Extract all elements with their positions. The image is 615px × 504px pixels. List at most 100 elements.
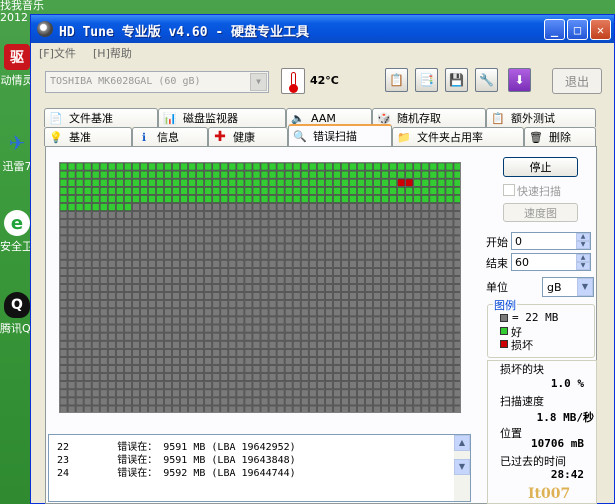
tab-disk-monitor[interactable]: 📊 磁盘监视器 — [158, 108, 286, 127]
disk-block — [140, 259, 148, 268]
disk-block — [325, 219, 333, 228]
disk-block — [99, 268, 108, 276]
disk-block — [164, 405, 172, 412]
disk-block — [453, 219, 460, 228]
disk-block — [91, 227, 100, 236]
disk-block — [421, 284, 430, 292]
disk-block — [316, 276, 325, 284]
speed-map-button[interactable]: 速度图 — [503, 203, 578, 222]
disk-block — [180, 235, 188, 244]
disk-block — [284, 227, 293, 236]
disk-block — [67, 163, 76, 171]
spin-down-icon[interactable]: ▼ — [576, 241, 590, 249]
disk-block — [349, 251, 357, 260]
close-button[interactable]: ✕ — [590, 19, 611, 40]
log-scrollbar[interactable]: ▲ ▼ — [454, 435, 470, 501]
menu-help[interactable]: [H]帮助 — [93, 45, 132, 61]
maximize-button[interactable]: □ — [567, 19, 588, 40]
disk-block — [292, 251, 301, 260]
chevron-down-icon[interactable]: ▼ — [250, 73, 267, 91]
disk-block — [333, 397, 341, 406]
disk-block — [365, 373, 373, 382]
disk-block — [413, 268, 422, 276]
disk-block — [212, 389, 221, 398]
desktop-icon-driver[interactable]: 驱 动情灵 — [0, 44, 34, 88]
disk-block — [91, 259, 100, 268]
disk-block — [188, 178, 196, 187]
end-input[interactable]: 60 ▲ ▼ — [511, 253, 591, 271]
minimize-button[interactable]: _ — [544, 19, 565, 40]
disk-block — [204, 163, 213, 171]
tab-error-scan[interactable]: 🔍 错误扫描 — [288, 124, 392, 146]
disk-block — [429, 195, 438, 203]
tab-extra-tests[interactable]: 📋 额外测试 — [486, 108, 596, 127]
spin-down-icon[interactable]: ▼ — [576, 262, 590, 270]
disk-block — [365, 268, 373, 276]
disk-block — [124, 259, 132, 268]
copy-screenshot-button[interactable]: 📑 — [415, 68, 438, 92]
disk-block — [276, 373, 285, 382]
disk-block — [381, 405, 389, 412]
title-bar[interactable]: HD Tune 专业版 v4.60 - 硬盘专业工具 _ □ ✕ — [31, 15, 614, 43]
disk-block — [148, 381, 156, 390]
disk-block — [333, 203, 341, 211]
disk-block — [308, 397, 317, 406]
tab-folder-usage[interactable]: 📁 文件夹占用率 — [392, 127, 524, 146]
disk-block — [188, 340, 196, 349]
disk-block — [99, 276, 108, 284]
copy-image-icon: 📑 — [419, 73, 434, 87]
scroll-down-icon[interactable]: ▼ — [454, 459, 470, 475]
desktop-icon-security[interactable]: e 安全卫士 — [0, 210, 34, 254]
tab-benchmark[interactable]: 💡 基准 — [44, 127, 132, 146]
disk-block — [413, 324, 422, 333]
unit-select[interactable]: gB ▼ — [542, 277, 594, 297]
disk-block — [83, 186, 92, 195]
options-button[interactable]: 🔧 — [475, 68, 498, 92]
disk-block — [421, 324, 430, 333]
disk-block — [381, 349, 389, 357]
disk-block — [316, 324, 325, 333]
copy-info-button[interactable]: 📋 — [385, 68, 408, 92]
desktop-icon-thunder[interactable]: ✈ 迅雷7 — [0, 130, 34, 174]
disk-block — [300, 186, 309, 195]
download-button[interactable]: ⬇ — [508, 68, 531, 92]
quick-scan-checkbox[interactable] — [503, 184, 515, 196]
save-button[interactable]: 💾 — [445, 68, 468, 92]
document-icon: 📄 — [49, 111, 63, 125]
spin-up-icon[interactable]: ▲ — [576, 254, 590, 262]
drive-select[interactable]: TOSHIBA MK6028GAL (60 gB) ▼ — [45, 71, 269, 93]
menu-file[interactable]: [F]文件 — [39, 45, 76, 61]
start-input[interactable]: 0 ▲ ▼ — [511, 232, 591, 250]
disk-block — [132, 163, 140, 171]
disk-block — [188, 211, 196, 219]
disk-block — [349, 381, 357, 390]
disk-block — [228, 340, 237, 349]
disk-block — [228, 389, 237, 398]
disk-block — [67, 195, 76, 203]
disk-block — [316, 227, 325, 236]
chevron-down-icon[interactable]: ▼ — [577, 278, 593, 296]
tab-info[interactable]: ℹ 信息 — [132, 127, 208, 146]
disk-block — [276, 292, 285, 301]
disk-block — [276, 219, 285, 228]
exit-button[interactable]: 退出 — [552, 68, 602, 94]
scroll-up-icon[interactable]: ▲ — [454, 435, 470, 451]
disk-block — [180, 259, 188, 268]
tab-file-benchmark[interactable]: 📄 文件基准 — [44, 108, 158, 127]
disk-block — [156, 300, 164, 309]
disk-block — [220, 373, 229, 382]
spin-up-icon[interactable]: ▲ — [576, 233, 590, 241]
desktop-icon-qq[interactable]: Q 腾讯QQ — [0, 292, 34, 336]
disk-block — [196, 178, 205, 187]
tab-erase[interactable]: 🗑 删除 — [524, 127, 596, 146]
disk-block — [156, 405, 164, 412]
disk-block — [316, 211, 325, 219]
stop-button[interactable]: 停止 — [503, 157, 578, 177]
disk-block — [124, 251, 132, 260]
tab-health[interactable]: ✚ 健康 — [208, 127, 288, 146]
disk-block — [75, 211, 84, 219]
disk-block — [252, 284, 261, 292]
disk-block — [236, 170, 245, 179]
error-log-list[interactable]: 22 错误在： 9591 MB (LBA 19642952) 23 错误在： 9… — [48, 434, 471, 502]
disk-block — [260, 365, 269, 373]
